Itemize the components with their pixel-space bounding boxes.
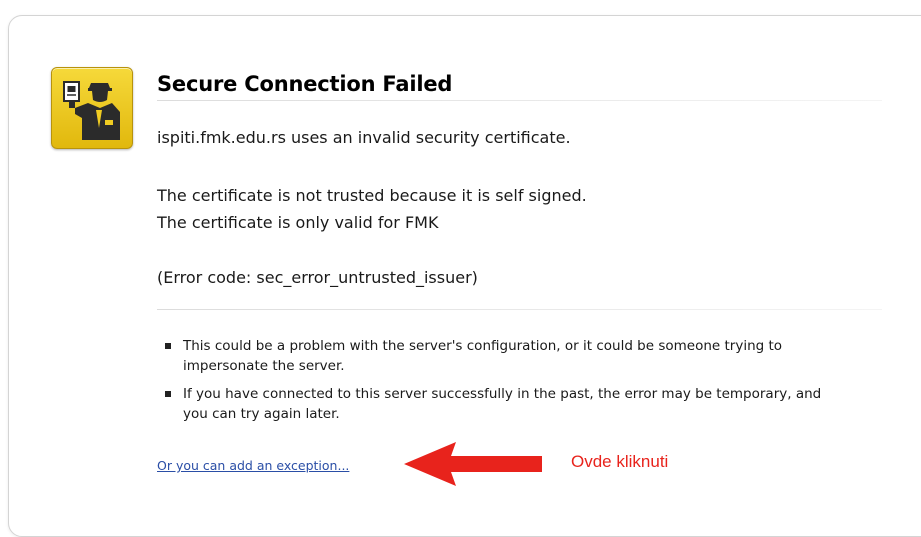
add-exception-link[interactable]: Or you can add an exception... [157,458,349,473]
annotation-label: Ovde kliknuti [571,452,669,471]
certificate-trust-message: The certificate is not trusted because i… [157,186,587,205]
bullet-icon [165,343,171,349]
explanation-list: This could be a problem with the server'… [165,336,825,432]
security-officer-icon [51,67,133,149]
certificate-validity-message: The certificate is only valid for FMK [157,213,439,232]
list-item-text: This could be a problem with the server'… [183,338,783,374]
list-item-text: If you have connected to this server suc… [183,386,822,422]
list-item: If you have connected to this server suc… [165,384,825,424]
error-code: (Error code: sec_error_untrusted_issuer) [157,268,478,287]
left-arrow-icon [404,442,542,486]
page-title: Secure Connection Failed [157,72,453,96]
section-divider [157,309,882,310]
bullet-icon [165,391,171,397]
list-item: This could be a problem with the server'… [165,336,825,376]
title-divider [157,100,882,101]
host-message: ispiti.fmk.edu.rs uses an invalid securi… [157,128,571,147]
